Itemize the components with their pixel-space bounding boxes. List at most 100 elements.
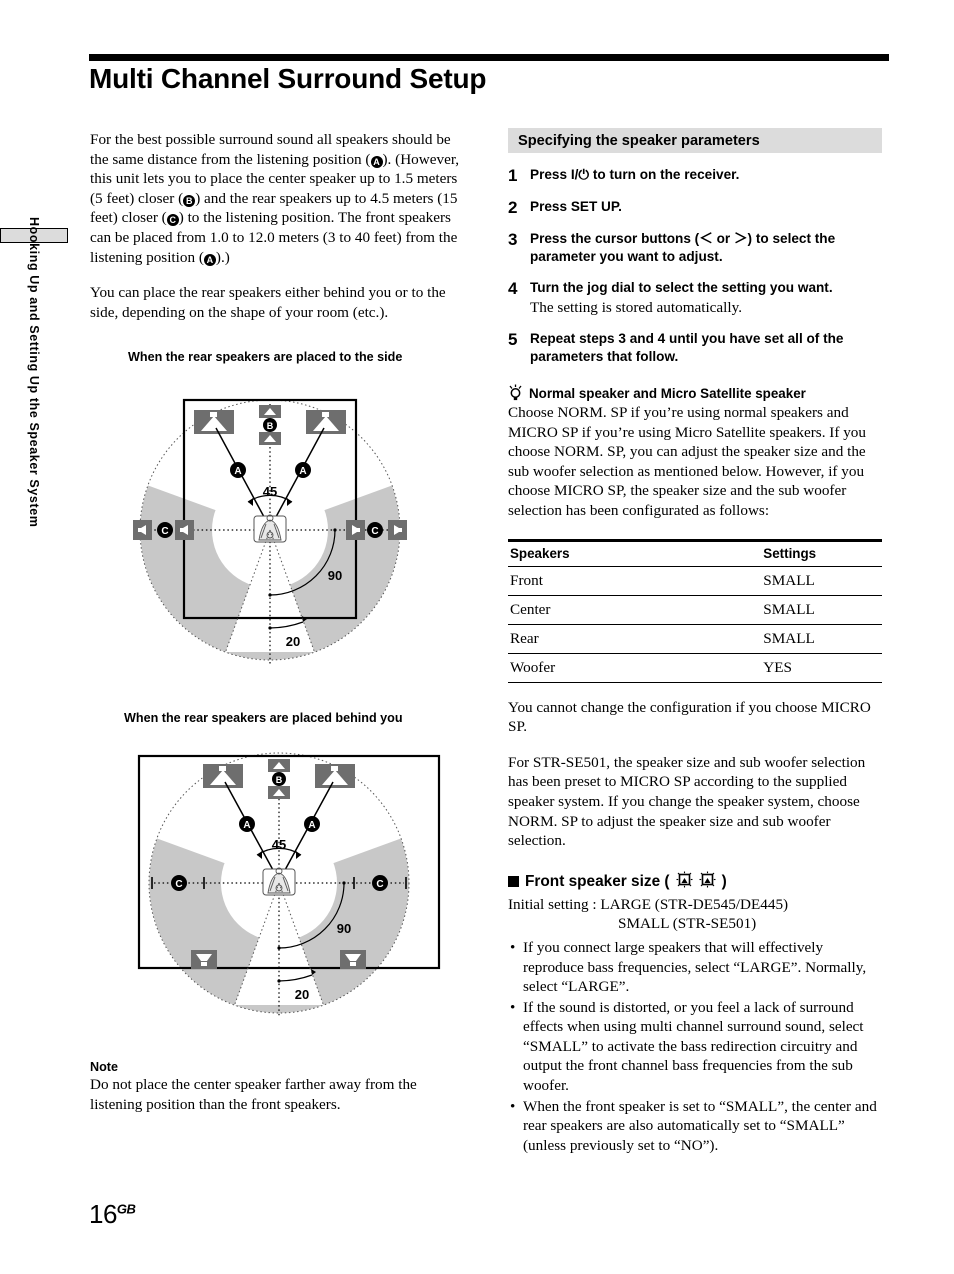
diagram-1-svg: B A A 45 C C 90 20	[133, 399, 407, 665]
right-column: Specifying the speaker parameters 1 Pres…	[508, 128, 886, 1156]
rear-speaker-left-inner-icon	[175, 520, 194, 541]
step-4: 4 Turn the jog dial to select the settin…	[508, 279, 886, 317]
step-1: 1 Press I/⏻ to turn on the receiver.	[508, 166, 886, 185]
rear-left-speaker-icon-2	[191, 950, 217, 970]
front-speaker-size-label-end: )	[721, 872, 727, 890]
angle-45-label-2: 45	[272, 837, 286, 852]
note-block: Note Do not place the center speaker far…	[90, 1060, 466, 1114]
step-3-text: Press the cursor buttons (＜ or ＞) to sel…	[530, 231, 836, 264]
cell-setting-woofer: YES	[587, 653, 882, 683]
lightbulb-icon	[508, 384, 523, 401]
tip-title: Normal speaker and Micro Satellite speak…	[529, 386, 806, 401]
angle-90-label-2: 90	[337, 921, 351, 936]
angle-90-label: 90	[328, 568, 342, 583]
note-body: Do not place the center speaker farther …	[90, 1076, 417, 1113]
step-2-number: 2	[508, 198, 518, 217]
angle-20-label-2: 20	[295, 987, 309, 1002]
table-row-front: Front SMALL	[508, 566, 882, 596]
front-speaker-size-heading: Front speaker size ()	[508, 871, 886, 893]
after-table-note: You cannot change the configuration if y…	[508, 698, 871, 736]
step-5-text: Repeat steps 3 and 4 until you have set …	[530, 331, 844, 364]
rear-speaker-left-outer-icon	[133, 520, 152, 541]
tip-body: Choose NORM. SP if you’re using normal s…	[508, 404, 866, 519]
speaker-size-glyph-right	[699, 871, 716, 893]
marker-b: B	[183, 194, 196, 207]
cell-speaker-center: Center	[508, 595, 588, 625]
table-header-row: Speakers Settings	[508, 538, 882, 567]
step-5-number: 5	[508, 330, 518, 349]
section-heading-text: Specifying the speaker parameters	[518, 132, 760, 149]
tip-block: Normal speaker and Micro Satellite speak…	[508, 384, 886, 521]
angle-20-label: 20	[286, 634, 300, 649]
marker-b-text-2: B	[276, 775, 283, 785]
table-row-woofer: Woofer YES	[508, 653, 882, 683]
page-number: 16GB	[89, 1199, 136, 1230]
page-title: Multi Channel Surround Setup	[89, 63, 487, 94]
rear-speaker-right-outer-icon	[388, 520, 407, 541]
note-heading: Note	[90, 1060, 118, 1075]
diagram-2-svg: B A A 45 C C 90 20	[137, 752, 441, 1019]
front-right-speaker-icon-2	[315, 764, 355, 789]
left-column: For the best possible surround sound all…	[90, 130, 466, 1115]
marker-b-text: B	[267, 421, 274, 431]
side-tab-label: Hooking Up and Setting Up the Speaker Sy…	[27, 217, 41, 528]
front-speaker-size-label: Front speaker size (	[525, 872, 670, 890]
front-left-speaker-icon-2	[203, 764, 243, 789]
cell-speaker-rear: Rear	[508, 624, 588, 654]
cell-speaker-woofer: Woofer	[508, 653, 588, 683]
se501-paragraph: For STR-SE501, the speaker size and sub …	[508, 753, 866, 850]
page-number-value: 16	[89, 1199, 117, 1229]
listener-icon	[253, 514, 287, 543]
table-header-settings: Settings	[587, 538, 882, 567]
bullet-2: If the sound is distorted, or you feel a…	[510, 998, 886, 1096]
rear-speaker-zone-shading	[140, 472, 400, 661]
step-3-number: 3	[508, 230, 518, 249]
diagram-2-caption: When the rear speakers are placed behind…	[124, 711, 403, 726]
marker-c-right-text: C	[371, 526, 378, 537]
speaker-size-glyph-left	[676, 871, 693, 893]
intro-paragraph-2: You can place the rear speakers either b…	[90, 284, 446, 321]
square-bullet-icon	[508, 876, 519, 888]
marker-a: A	[370, 155, 383, 168]
initial-setting-line-2: SMALL (STR-SE501)	[618, 915, 757, 933]
rear-speaker-right-inner-icon	[346, 520, 365, 541]
intro-paragraph-1: For the best possible surround sound all…	[90, 130, 466, 267]
cell-speaker-front: Front	[508, 566, 588, 596]
rear-right-speaker-icon-2	[340, 950, 366, 970]
speaker-settings-table: Speakers Settings Front SMALL Center SMA…	[508, 538, 882, 683]
title-rule	[89, 54, 889, 61]
table-row-center: Center SMALL	[508, 595, 882, 625]
step-4-text: Turn the jog dial to select the setting …	[530, 280, 833, 295]
marker-a-left-text: A	[234, 466, 241, 477]
table-row-rear: Rear SMALL	[508, 624, 882, 654]
step-4-number: 4	[508, 279, 518, 298]
front-speaker-bullets: If you connect large speakers that will …	[508, 938, 886, 1156]
step-4-subtext: The setting is stored automatically.	[530, 299, 743, 316]
initial-setting-line-1: Initial setting : LARGE (STR-DE545/DE445…	[508, 895, 789, 913]
step-2-text: Press SET UP.	[530, 199, 622, 214]
marker-a-right-text-2: A	[308, 820, 315, 831]
step-3: 3 Press the cursor buttons (＜ or ＞) to s…	[508, 230, 886, 266]
step-1-number: 1	[508, 166, 518, 185]
intro-text-e: ).)	[215, 248, 230, 266]
listener-icon-2	[262, 867, 296, 896]
marker-c-left-text-2: C	[175, 879, 182, 890]
marker-c-left-text: C	[161, 526, 168, 537]
step-2: 2 Press SET UP.	[508, 198, 886, 217]
page-number-suffix: GB	[116, 1201, 136, 1217]
front-right-speaker-icon	[306, 410, 346, 435]
angle-45-label: 45	[263, 484, 277, 499]
cell-setting-front: SMALL	[587, 566, 882, 596]
diagram-1-caption: When the rear speakers are placed to the…	[128, 350, 403, 365]
step-5: 5 Repeat steps 3 and 4 until you have se…	[508, 330, 886, 366]
cell-setting-rear: SMALL	[587, 624, 882, 654]
bullet-1: If you connect large speakers that will …	[510, 938, 886, 997]
manual-page: Hooking Up and Setting Up the Speaker Sy…	[0, 0, 954, 1274]
diagram-2-speakers-behind: B A A 45 C C 90 20	[124, 738, 466, 1048]
marker-a2: A	[203, 253, 216, 266]
cell-setting-center: SMALL	[587, 595, 882, 625]
marker-c: C	[166, 214, 179, 227]
section-heading-bar: Specifying the speaker parameters	[508, 128, 882, 153]
table-header-speakers: Speakers	[508, 538, 588, 567]
bullet-3: When the front speaker is set to “SMALL”…	[510, 1097, 886, 1156]
